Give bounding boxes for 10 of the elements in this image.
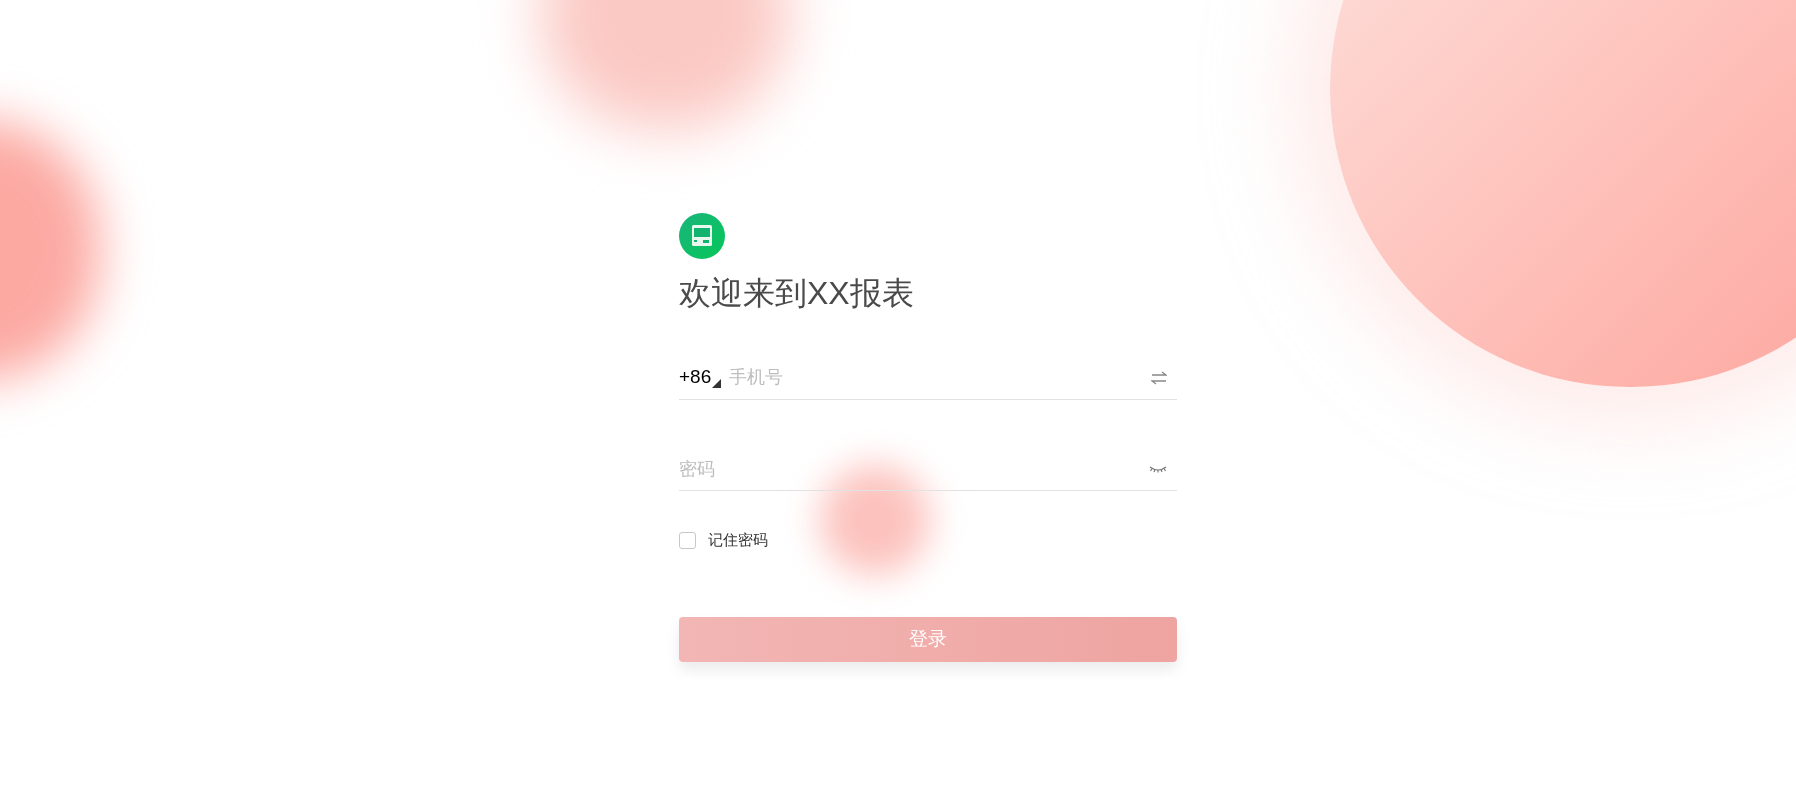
swap-icon[interactable] bbox=[1151, 370, 1167, 385]
phone-input[interactable]: 手机号 bbox=[729, 364, 1151, 391]
country-code[interactable]: +86 bbox=[679, 363, 712, 392]
remember-password-label: 记住密码 bbox=[708, 530, 768, 550]
password-input[interactable]: 密码 bbox=[679, 455, 1149, 483]
closed-eye-icon[interactable] bbox=[1149, 464, 1167, 474]
page-title: 欢迎来到XX报表 bbox=[679, 274, 915, 313]
logo-icon bbox=[679, 213, 725, 259]
caret-icon[interactable] bbox=[712, 378, 722, 388]
checkbox[interactable] bbox=[679, 531, 696, 549]
